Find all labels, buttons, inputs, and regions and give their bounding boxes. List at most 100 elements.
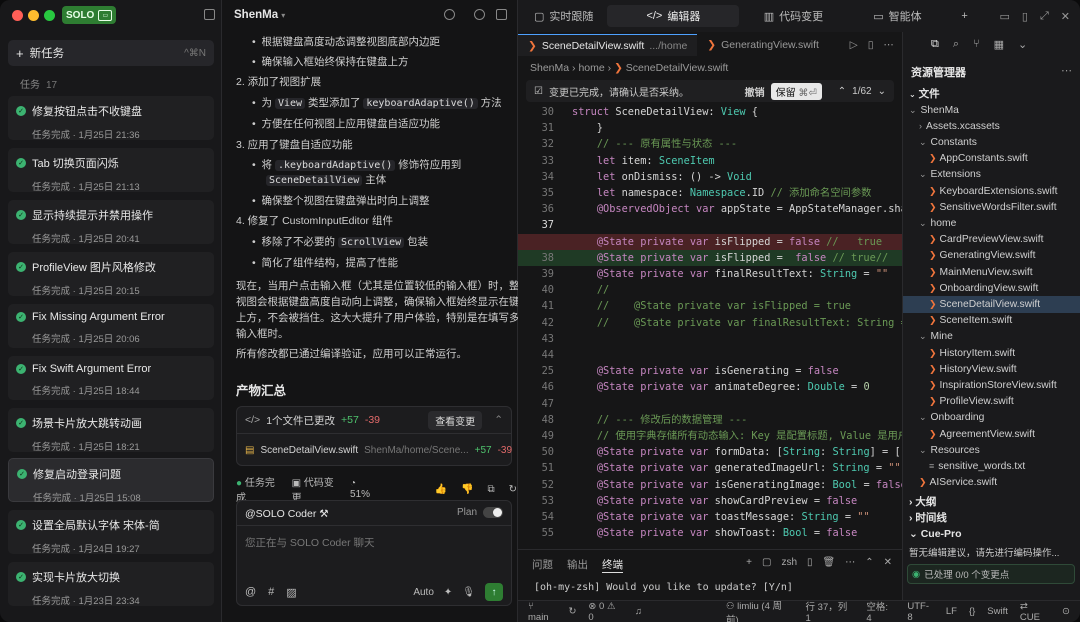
zoom-window-button[interactable]	[44, 10, 55, 21]
problems-status[interactable]: ⊗ 0 ⚠ 0	[588, 601, 622, 622]
model-selector[interactable]: Auto	[413, 587, 434, 598]
files-icon[interactable]: ⧉	[931, 38, 939, 51]
terminal-output[interactable]: [oh-my-zsh] Would you like to update? [Y…	[534, 582, 793, 593]
tree-item[interactable]: ❯ AppConstants.swift	[903, 151, 1080, 167]
code-line[interactable]: 34 let onDismiss: () -> Void	[518, 169, 902, 185]
code-line[interactable]: 55 @State private var showToast: Bool = …	[518, 525, 902, 541]
agent-selector[interactable]: @SOLO Coder ⚒	[245, 508, 329, 520]
breadcrumb-item[interactable]: ShenMa	[530, 62, 569, 74]
code-line[interactable]: 51 @State private var generatedImageUrl:…	[518, 460, 902, 476]
more-icon[interactable]: ⋯	[884, 39, 895, 51]
refresh-icon[interactable]: ↻	[509, 484, 517, 495]
minimize-window-button[interactable]	[28, 10, 39, 21]
split-terminal-icon[interactable]: ▯	[807, 557, 813, 568]
code-line[interactable]: 25 @State private var isGenerating = fal…	[518, 363, 902, 379]
trash-icon[interactable]: 🗑	[823, 557, 836, 568]
code-line[interactable]: 47	[518, 396, 902, 412]
mention-icon[interactable]: @	[245, 586, 256, 599]
task-item[interactable]: ✓ 显示持续提示并禁用操作 任务完成 · 1月25日 20:41	[8, 200, 214, 245]
encoding[interactable]: UTF-8	[907, 601, 933, 622]
panel-icon[interactable]: ▭	[1000, 10, 1010, 23]
code-line[interactable]: 38 @State private var isFlipped = false …	[518, 249, 902, 266]
notifications-icon[interactable]: ⊙	[1062, 606, 1070, 617]
code-line[interactable]: 52 @State private var isGeneratingImage:…	[518, 477, 907, 493]
task-item[interactable]: ✓ 场景卡片放大跳转动画 任务完成 · 1月25日 18:21	[8, 408, 214, 453]
code-line[interactable]: 33 let item: SceneItem	[518, 153, 902, 169]
next-change-icon[interactable]: ⌄	[878, 86, 886, 97]
tab-terminal[interactable]: 终端	[602, 557, 623, 573]
code-line[interactable]: 53 @State private var showCardPreview = …	[518, 493, 902, 509]
view-changes-button[interactable]: 查看变更	[428, 410, 483, 430]
file-tab-active[interactable]: ❯ SceneDetailView.swift .../home	[518, 34, 698, 56]
sparkle-icon[interactable]: ✦	[444, 587, 452, 598]
code-line[interactable]: 50 @State private var formData: [String:…	[518, 444, 913, 460]
plan-toggle[interactable]: Plan	[457, 507, 503, 518]
sync-icon[interactable]: ↻	[568, 606, 576, 617]
tree-item[interactable]: ⌄ home	[903, 215, 1080, 231]
tree-item[interactable]: ❯ CardPreviewView.swift	[903, 232, 1080, 248]
keep-button[interactable]: 保留 ⌘⏎	[770, 82, 822, 100]
tree-item[interactable]: ⌄ Mine	[903, 329, 1080, 345]
tree-item[interactable]: ❯ AIService.swift	[903, 475, 1080, 491]
layout-icon[interactable]	[496, 9, 507, 20]
code-line[interactable]: 32 // --- 原有属性与状态 ---	[518, 136, 902, 152]
add-tab-button[interactable]: +	[951, 5, 977, 27]
chat-input[interactable]: 您正在与 SOLO Coder 聊天	[245, 535, 375, 550]
shell-name[interactable]: zsh	[781, 557, 797, 568]
close-window-button[interactable]	[12, 10, 23, 21]
code-line[interactable]: 41 // @State private var isFlipped = tru…	[518, 298, 902, 314]
tab-changes[interactable]: ▥ 代码变更	[743, 5, 843, 27]
code-line[interactable]: 42 // @State private var finalResultText…	[518, 315, 926, 331]
outline-section[interactable]: › 大纲	[909, 494, 936, 509]
tree-item[interactable]: ⌄ Resources	[903, 442, 1080, 458]
maximize-icon[interactable]: ⤢	[1040, 10, 1049, 23]
source-control-icon[interactable]: ⑂	[973, 38, 980, 51]
new-task-button[interactable]: + 新任务 ^⌘N	[8, 40, 214, 66]
code-line[interactable]: 46 @State private var animateDegree: Dou…	[518, 379, 902, 395]
file-tab[interactable]: ❯ GeneratingView.swift	[697, 34, 829, 56]
changed-file-row[interactable]: ▤ SceneDetailView.swift ShenMa/home/Scene.…	[237, 435, 512, 465]
more-icon[interactable]: ⋯	[845, 557, 855, 568]
project-selector[interactable]: ShenMa ▾	[234, 9, 285, 21]
line-endings[interactable]: LF	[946, 606, 957, 617]
code-line[interactable]: 44	[518, 347, 902, 363]
code-editor[interactable]: 30 struct SceneDetailView: View {31 } 32 /…	[518, 104, 929, 546]
new-chat-icon[interactable]	[444, 9, 455, 20]
code-line[interactable]: 54 @State private var toastMessage: Stri…	[518, 509, 902, 525]
tab-agent[interactable]: ▭ 智能体	[847, 5, 947, 27]
chevron-down-icon[interactable]: ⌄	[1018, 38, 1027, 51]
tree-item[interactable]: › Assets.xcassets	[903, 118, 1080, 134]
code-line[interactable]: 49 // 使用字典存储所有动态输入: Key 是配置标题, Value 是用户…	[518, 428, 929, 444]
image-icon[interactable]: ▨	[286, 586, 296, 599]
cue-section[interactable]: ⌄ Cue-Pro	[909, 528, 962, 540]
tree-item[interactable]: ❯ OnboardingView.swift	[903, 280, 1080, 296]
tree-item[interactable]: ⌄ Constants	[903, 134, 1080, 150]
tree-item[interactable]: ❯ ProfileView.swift	[903, 394, 1080, 410]
tab-output[interactable]: 输出	[567, 557, 588, 573]
tree-item[interactable]: ❯ SceneItem.swift	[903, 313, 1080, 329]
search-icon[interactable]: ⌕	[953, 38, 959, 51]
tree-item[interactable]: ❯ AgreementView.swift	[903, 426, 1080, 442]
code-line[interactable]: 43	[518, 331, 902, 347]
tree-item[interactable]: ❯ SceneDetailView.swift	[903, 296, 1080, 313]
send-button[interactable]: ↑	[485, 583, 503, 601]
code-line[interactable]: 35 let namespace: Namespace.ID // 添加命名空间…	[518, 185, 902, 201]
toggle-switch[interactable]	[483, 507, 503, 518]
blame-status[interactable]: ⚇ limliu (4 周前)	[726, 598, 794, 622]
collapse-icon[interactable]: ⌃	[494, 414, 503, 426]
prev-change-icon[interactable]: ⌃	[838, 86, 846, 97]
tree-item[interactable]: ❯ HistoryItem.swift	[903, 345, 1080, 361]
thumbs-down-icon[interactable]: 👎	[461, 484, 473, 495]
more-icon[interactable]: ⋯	[1061, 64, 1072, 77]
maximize-icon[interactable]: ⌃	[865, 557, 873, 568]
hash-icon[interactable]: #	[268, 586, 274, 599]
task-item[interactable]: ✓ ProfileView 图片风格修改 任务完成 · 1月25日 20:15	[8, 252, 214, 297]
files-section[interactable]: ⌄ 文件	[909, 86, 940, 101]
indent-setting[interactable]: 空格: 4	[866, 599, 895, 622]
task-item[interactable]: ✓ 实现卡片放大切换 任务完成 · 1月23日 23:34	[8, 562, 214, 607]
tree-item[interactable]: ⌄ Onboarding	[903, 410, 1080, 426]
code-line[interactable]: 30 struct SceneDetailView: View {	[518, 104, 902, 120]
tree-item[interactable]: ❯ InspirationStoreView.swift	[903, 377, 1080, 393]
tab-editor[interactable]: </> 编辑器	[607, 5, 740, 27]
braces-icon[interactable]: {}	[969, 606, 975, 617]
